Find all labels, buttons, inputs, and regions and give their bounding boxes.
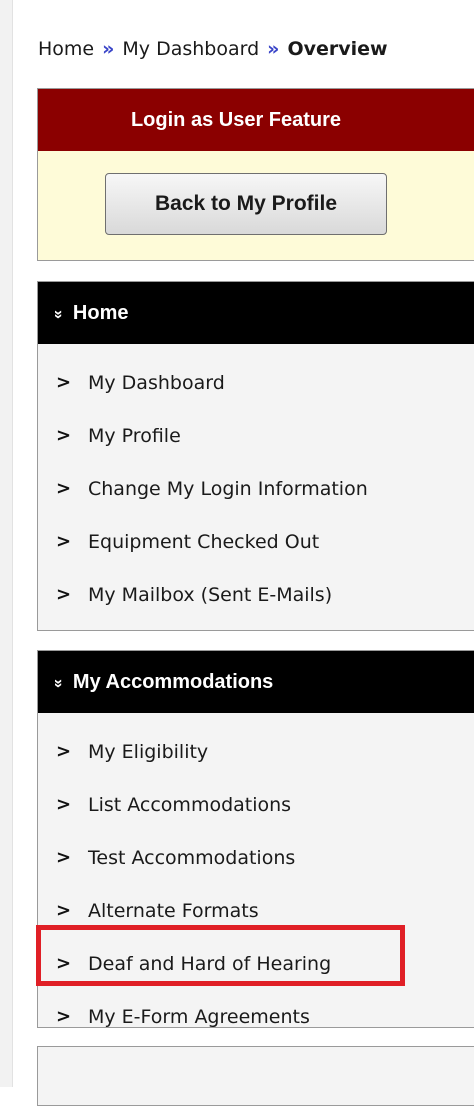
menu-item-my-profile[interactable]: > My Profile [38,409,474,462]
menu-item-label: Test Accommodations [88,846,296,869]
chevron-right-icon: > [56,425,72,446]
chevron-right-icon: > [56,372,72,393]
breadcrumb: Home » My Dashboard » Overview [38,38,388,60]
menu-item-label: List Accommodations [88,793,292,816]
menu-item-list-accommodations[interactable]: > List Accommodations [38,778,474,831]
back-to-profile-button[interactable]: Back to My Profile [105,173,387,235]
menu-item-label: Alternate Formats [88,899,259,922]
login-as-user-panel: Login as User Feature Back to My Profile [37,88,474,261]
chevron-right-icon: > [56,794,72,815]
accommodations-menu-header[interactable]: » My Accommodations [38,651,474,713]
breadcrumb-dashboard[interactable]: My Dashboard [122,38,259,60]
menu-item-my-dashboard[interactable]: > My Dashboard [38,356,474,409]
home-menu-header[interactable]: » Home [38,282,474,344]
chevron-right-icon: > [56,847,72,868]
collapse-chevron-icon: » [49,679,67,685]
next-menu-panel [37,1046,474,1106]
highlight-annotation-box [36,925,405,986]
accommodations-menu-list: > My Eligibility > List Accommodations > Te… [38,713,474,1043]
menu-item-label: Equipment Checked Out [88,530,320,553]
breadcrumb-home[interactable]: Home [38,38,94,60]
menu-item-label: My Eligibility [88,740,209,763]
collapse-chevron-icon: » [49,310,67,316]
menu-item-eform-agreements[interactable]: > My E-Form Agreements [38,990,474,1043]
home-menu-panel: » Home > My Dashboard > My Profile > Change… [37,281,474,631]
chevron-right-icon: > [56,741,72,762]
chevron-right-icon: > [56,900,72,921]
left-gutter [0,0,13,1087]
chevron-right-icon: > [56,584,72,605]
home-menu-title: Home [72,301,129,324]
menu-item-my-mailbox[interactable]: > My Mailbox (Sent E-Mails) [38,568,474,621]
chevron-right-icon: > [56,1006,72,1027]
menu-item-test-accommodations[interactable]: > Test Accommodations [38,831,474,884]
menu-item-label: My Profile [88,424,181,447]
menu-item-label: My Dashboard [88,371,225,394]
login-feature-title: Login as User Feature [38,89,474,151]
chevron-right-icon: > [56,531,72,552]
menu-item-my-eligibility[interactable]: > My Eligibility [38,725,474,778]
breadcrumb-separator-icon: » [102,38,115,60]
menu-item-change-login[interactable]: > Change My Login Information [38,462,474,515]
menu-item-label: My Mailbox (Sent E-Mails) [88,583,333,606]
breadcrumb-current: Overview [287,38,388,60]
menu-item-label: Change My Login Information [88,477,368,500]
chevron-right-icon: > [56,478,72,499]
home-menu-list: > My Dashboard > My Profile > Change My Log… [38,344,474,621]
accommodations-menu-title: My Accommodations [72,670,274,693]
menu-item-equipment-checked-out[interactable]: > Equipment Checked Out [38,515,474,568]
breadcrumb-separator-icon: » [267,38,280,60]
menu-item-label: My E-Form Agreements [88,1005,310,1028]
